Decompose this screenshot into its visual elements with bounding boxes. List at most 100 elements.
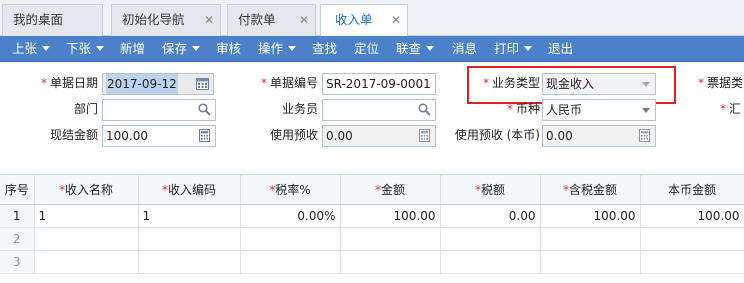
toolbar: 上张 下张 新增 保存 审核 操作 查找 定位 联查 消息 打印 退出 bbox=[0, 36, 744, 62]
chevron-down-icon bbox=[426, 46, 435, 51]
table-cell[interactable] bbox=[240, 227, 341, 251]
chevron-down-icon bbox=[42, 46, 51, 51]
row-number: 3 bbox=[0, 250, 35, 274]
table-cell[interactable] bbox=[34, 250, 139, 274]
col-header-tax-rate[interactable]: *税率% bbox=[240, 175, 341, 205]
search-icon[interactable] bbox=[198, 103, 211, 116]
table-cell[interactable]: 100.00 bbox=[540, 204, 641, 228]
table-cell[interactable] bbox=[138, 250, 241, 274]
link-query-button[interactable]: 联查 bbox=[396, 36, 435, 62]
tab-payment[interactable]: 付款单 ✕ bbox=[227, 4, 316, 36]
col-header-local-amount[interactable]: 本币金额 bbox=[640, 175, 744, 205]
search-icon[interactable] bbox=[418, 103, 431, 116]
message-button[interactable]: 消息 bbox=[452, 36, 477, 62]
table-cell[interactable] bbox=[440, 227, 541, 251]
toolbar-label: 查找 bbox=[312, 41, 338, 56]
detail-grid: 序号 *收入名称 *收入编码 *税率% *金额 *税额 *含税金额 本币金额 1… bbox=[0, 174, 744, 283]
calculator-icon[interactable] bbox=[638, 129, 651, 142]
doc-no-value: SR-2017-09-0001 bbox=[326, 77, 431, 91]
doc-no-field[interactable]: SR-2017-09-0001 bbox=[322, 73, 436, 95]
tab-income[interactable]: 收入单 ✕ bbox=[320, 4, 408, 37]
dept-field[interactable] bbox=[102, 99, 216, 121]
calendar-icon[interactable] bbox=[196, 77, 209, 90]
close-icon[interactable]: ✕ bbox=[204, 5, 214, 35]
prepay-field[interactable]: 0.00 bbox=[322, 125, 436, 147]
table-cell[interactable] bbox=[540, 250, 641, 274]
table-row[interactable]: 3 bbox=[0, 250, 744, 274]
operation-button[interactable]: 操作 bbox=[258, 36, 297, 62]
doc-date-value: 2017-09-12 bbox=[106, 74, 178, 94]
chevron-down-icon bbox=[524, 46, 533, 51]
print-button[interactable]: 打印 bbox=[494, 36, 533, 62]
col-header-income-name[interactable]: *收入名称 bbox=[34, 175, 139, 205]
table-cell[interactable] bbox=[540, 227, 641, 251]
table-row[interactable]: 1 1 1 0.00% 100.00 0.00 100.00 100.00 bbox=[0, 204, 744, 228]
toolbar-label: 联查 bbox=[396, 41, 422, 56]
table-cell[interactable] bbox=[640, 250, 744, 274]
col-header-amount-with-tax[interactable]: *含税金额 bbox=[540, 175, 641, 205]
audit-button[interactable]: 审核 bbox=[216, 36, 241, 62]
prepay-value: 0.00 bbox=[326, 129, 353, 143]
doc-no-label: * 单据编号 bbox=[260, 76, 318, 90]
chevron-down-icon bbox=[96, 46, 105, 51]
toolbar-label: 消息 bbox=[452, 41, 478, 56]
col-header-income-code[interactable]: *收入编码 bbox=[138, 175, 241, 205]
prepay-local-field[interactable]: 0.00 bbox=[542, 125, 656, 147]
toolbar-label: 退出 bbox=[548, 41, 574, 56]
table-cell[interactable] bbox=[340, 227, 441, 251]
row-number: 2 bbox=[0, 227, 35, 251]
table-cell[interactable]: 1 bbox=[138, 204, 241, 228]
table-cell[interactable] bbox=[340, 250, 441, 274]
toolbar-label: 上张 bbox=[12, 41, 38, 56]
dept-label: 部门 bbox=[73, 102, 98, 116]
cash-amount-label: 现结金额 bbox=[49, 128, 98, 142]
col-header-tax[interactable]: *税额 bbox=[440, 175, 541, 205]
table-cell[interactable]: 100.00 bbox=[340, 204, 441, 228]
toolbar-label: 保存 bbox=[162, 41, 188, 56]
prepay-label: 使用预收 bbox=[269, 128, 318, 142]
toolbar-label: 新增 bbox=[120, 41, 146, 56]
tab-init-nav[interactable]: 初始化导航 ✕ bbox=[111, 4, 221, 36]
doc-date-label: * 单据日期 bbox=[40, 76, 98, 90]
table-cell[interactable]: 0.00 bbox=[440, 204, 541, 228]
currency-label: * 币种 bbox=[506, 102, 540, 116]
col-header-amount[interactable]: *金额 bbox=[340, 175, 441, 205]
find-button[interactable]: 查找 bbox=[312, 36, 337, 62]
calculator-icon[interactable] bbox=[418, 129, 431, 142]
tab-label: 付款单 bbox=[238, 12, 276, 27]
cash-amount-value: 100.00 bbox=[106, 129, 148, 143]
grid-header-row: 序号 *收入名称 *收入编码 *税率% *金额 *税额 *含税金额 本币金额 bbox=[0, 175, 744, 205]
chevron-down-icon bbox=[192, 46, 201, 51]
table-row[interactable]: 2 bbox=[0, 227, 744, 251]
toolbar-label: 操作 bbox=[258, 41, 284, 56]
table-cell[interactable] bbox=[138, 227, 241, 251]
table-cell[interactable]: 0.00% bbox=[240, 204, 341, 228]
bill-type-label: * 票据类 bbox=[698, 76, 744, 90]
staff-field[interactable] bbox=[322, 99, 436, 121]
table-cell[interactable] bbox=[34, 227, 139, 251]
next-record-button[interactable]: 下张 bbox=[66, 36, 105, 62]
toolbar-label: 打印 bbox=[494, 41, 520, 56]
close-icon[interactable]: ✕ bbox=[299, 5, 309, 35]
prepay-local-label: 使用预收 (本币) bbox=[454, 128, 540, 142]
table-cell[interactable] bbox=[640, 227, 744, 251]
toolbar-label: 审核 bbox=[216, 41, 242, 56]
table-cell[interactable]: 100.00 bbox=[640, 204, 744, 228]
table-cell[interactable]: 1 bbox=[34, 204, 139, 228]
prev-record-button[interactable]: 上张 bbox=[12, 36, 51, 62]
doc-date-field[interactable]: 2017-09-12 bbox=[102, 73, 214, 95]
save-button[interactable]: 保存 bbox=[162, 36, 201, 62]
prepay-local-value: 0.00 bbox=[546, 129, 573, 143]
table-cell[interactable] bbox=[440, 250, 541, 274]
calculator-icon[interactable] bbox=[198, 129, 211, 142]
cash-amount-field[interactable]: 100.00 bbox=[102, 125, 216, 147]
table-cell[interactable] bbox=[240, 250, 341, 274]
locate-button[interactable]: 定位 bbox=[354, 36, 379, 62]
exit-button[interactable]: 退出 bbox=[548, 36, 573, 62]
close-icon[interactable]: ✕ bbox=[391, 5, 401, 35]
new-button[interactable]: 新增 bbox=[120, 36, 145, 62]
tab-label: 我的桌面 bbox=[13, 12, 64, 27]
tab-desktop[interactable]: 我的桌面 bbox=[2, 4, 103, 36]
currency-select[interactable]: 人民币 bbox=[542, 99, 656, 121]
currency-value: 人民币 bbox=[546, 103, 583, 117]
